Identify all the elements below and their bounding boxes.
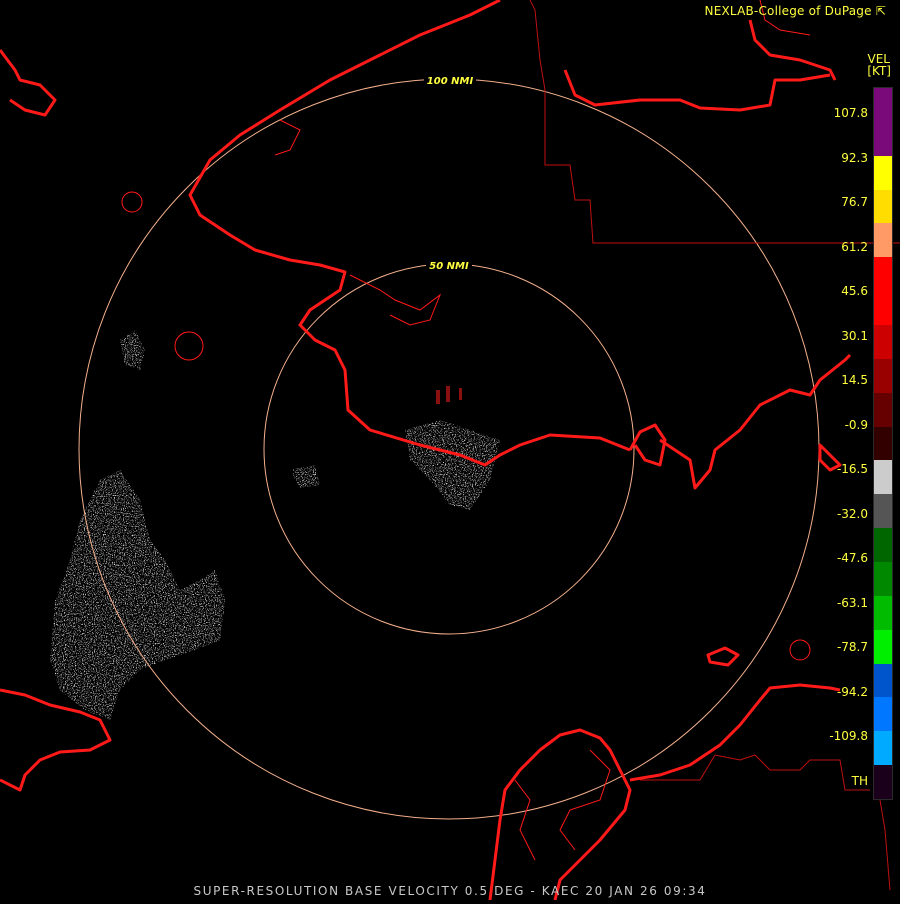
credit-label: NEXLAB-College of DuPage <box>704 4 872 18</box>
legend-color-segment <box>874 325 892 359</box>
legend-color-segment <box>874 426 892 461</box>
credit-text: NEXLAB-College of DuPage ⇱ <box>705 4 886 18</box>
boundary-lines <box>529 0 900 891</box>
legend-label: 92.3 <box>841 150 868 165</box>
legend-label: -16.5 <box>836 462 868 476</box>
legend-label: 61.2 <box>841 239 868 254</box>
legend-color-segment <box>874 121 892 156</box>
legend-label: 30.1 <box>841 328 868 343</box>
legend-color-segment <box>874 155 892 190</box>
legend-label: -63.1 <box>836 595 868 610</box>
legend-color-segment <box>874 562 892 596</box>
legend-label: 45.6 <box>841 284 868 298</box>
product-caption: SUPER-RESOLUTION BASE VELOCITY 0.5 DEG -… <box>193 884 707 898</box>
radar-display: 100 NMI 50 NMI <box>0 0 900 901</box>
legend-color-segment <box>874 358 892 393</box>
legend-color-segment <box>874 595 892 630</box>
range-ring-label-50: 50 NMI <box>429 261 469 272</box>
legend-color-segment <box>874 697 892 732</box>
legend-color-segment <box>874 663 892 698</box>
legend-unit: [KT] <box>867 64 891 78</box>
legend-label: 14.5 <box>841 373 868 387</box>
legend-label: 107.8 <box>833 106 868 120</box>
legend-label: -47.6 <box>836 551 868 565</box>
external-link-icon[interactable]: ⇱ <box>876 4 886 18</box>
legend-color-segment <box>874 731 892 766</box>
legend-label: -94.2 <box>836 684 868 699</box>
legend-color-segment <box>874 257 892 292</box>
legend-color-segment <box>874 629 892 664</box>
legend-color-segment <box>874 494 892 529</box>
legend-label: TH <box>851 773 868 788</box>
range-ring-label-100: 100 NMI <box>427 76 474 87</box>
legend-label: -109.8 <box>829 729 868 743</box>
legend-label: 76.7 <box>841 195 868 209</box>
legend-color-segment <box>874 223 892 258</box>
radar-map: 100 NMI 50 NMI <box>0 0 900 901</box>
legend-label: -32.0 <box>836 506 868 521</box>
legend-color-segment <box>874 765 892 800</box>
legend-label: -78.7 <box>836 640 868 654</box>
legend-color-segment <box>874 460 892 495</box>
legend-color-segment <box>874 189 892 224</box>
velocity-color-bar <box>873 87 893 800</box>
legend-color-segment <box>874 291 892 326</box>
legend-color-segment <box>874 528 892 563</box>
legend-label: -0.9 <box>844 417 868 432</box>
legend-color-segment <box>874 392 892 427</box>
legend-color-segment <box>874 88 892 122</box>
velocity-echo-red <box>436 386 462 404</box>
